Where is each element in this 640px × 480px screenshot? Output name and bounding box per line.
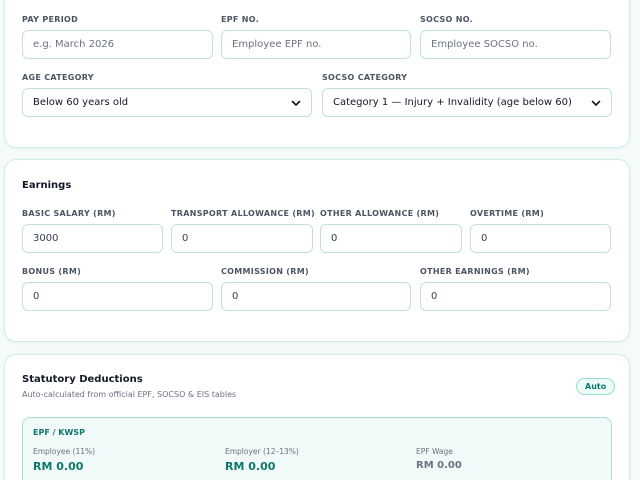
earnings-card: Earnings BASIC SALARY (RM) 3000 TRANSPOR… xyxy=(4,159,630,342)
statutory-title: Statutory Deductions xyxy=(22,374,143,385)
other-earnings-value: 0 xyxy=(431,291,438,302)
statutory-deductions-card: Statutory Deductions Auto-calculated fro… xyxy=(4,354,630,480)
pay-details-card: PAY PERIOD e.g. March 2026 EPF NO. Emplo… xyxy=(4,0,630,148)
overtime-label: OVERTIME (RM) xyxy=(470,209,545,218)
transport-allowance-label: TRANSPORT ALLOWANCE (RM) xyxy=(171,209,315,218)
age-category-select[interactable]: Below 60 years old xyxy=(22,88,312,117)
other-earnings-label: OTHER EARNINGS (RM) xyxy=(420,267,530,276)
other-allowance-value: 0 xyxy=(331,233,338,244)
commission-input[interactable]: 0 xyxy=(221,282,411,311)
pay-period-input[interactable]: e.g. March 2026 xyxy=(22,30,213,59)
epf-no-input[interactable]: Employee EPF no. xyxy=(221,30,411,59)
commission-value: 0 xyxy=(232,291,239,302)
socso-category-label: SOCSO CATEGORY xyxy=(322,73,408,82)
basic-salary-value: 3000 xyxy=(33,233,59,244)
age-category-label: AGE CATEGORY xyxy=(22,73,94,82)
other-earnings-input[interactable]: 0 xyxy=(420,282,611,311)
chevron-down-icon xyxy=(291,100,301,106)
transport-allowance-input[interactable]: 0 xyxy=(171,224,313,253)
auto-badge: Auto xyxy=(576,378,616,395)
basic-salary-label: BASIC SALARY (RM) xyxy=(22,209,116,218)
statutory-subtitle: Auto-calculated from official EPF, SOCSO… xyxy=(22,390,237,399)
epf-no-label: EPF NO. xyxy=(221,15,260,24)
epf-wage-value: RM 0.00 xyxy=(416,460,462,471)
transport-allowance-value: 0 xyxy=(182,233,189,244)
pay-period-placeholder: e.g. March 2026 xyxy=(33,39,115,50)
epf-employee-value: RM 0.00 xyxy=(33,460,84,473)
epf-employer-value: RM 0.00 xyxy=(225,460,276,473)
overtime-value: 0 xyxy=(481,233,488,244)
bonus-value: 0 xyxy=(33,291,40,302)
basic-salary-input[interactable]: 3000 xyxy=(22,224,163,253)
pay-period-label: PAY PERIOD xyxy=(22,15,79,24)
other-allowance-input[interactable]: 0 xyxy=(320,224,462,253)
age-category-value: Below 60 years old xyxy=(33,97,129,108)
bonus-input[interactable]: 0 xyxy=(22,282,213,311)
epf-employee-label: Employee (11%) xyxy=(33,447,96,456)
socso-category-value: Category 1 — Injury + Invalidity (age be… xyxy=(333,97,572,108)
socso-category-select[interactable]: Category 1 — Injury + Invalidity (age be… xyxy=(322,88,612,117)
epf-no-placeholder: Employee EPF no. xyxy=(232,39,322,50)
socso-no-placeholder: Employee SOCSO no. xyxy=(431,39,538,50)
epf-wage-label: EPF Wage xyxy=(416,447,453,456)
epf-panel-title: EPF / KWSP xyxy=(33,428,85,437)
epf-employer-label: Employer (12–13%) xyxy=(225,447,299,456)
chevron-down-icon xyxy=(591,100,601,106)
overtime-input[interactable]: 0 xyxy=(470,224,611,253)
earnings-title: Earnings xyxy=(22,180,72,191)
other-allowance-label: OTHER ALLOWANCE (RM) xyxy=(320,209,440,218)
socso-no-input[interactable]: Employee SOCSO no. xyxy=(420,30,611,59)
bonus-label: BONUS (RM) xyxy=(22,267,82,276)
epf-panel: EPF / KWSP Employee (11%) RM 0.00 Employ… xyxy=(22,417,612,480)
socso-no-label: SOCSO NO. xyxy=(420,15,473,24)
commission-label: COMMISSION (RM) xyxy=(221,267,309,276)
